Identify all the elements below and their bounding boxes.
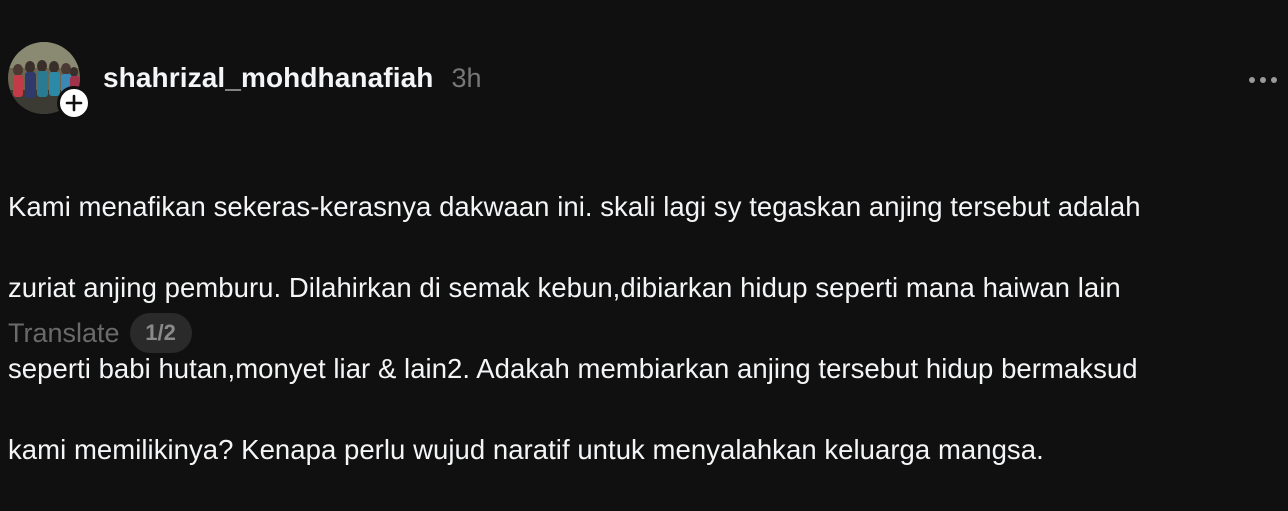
post-footer: Translate 1/2 xyxy=(8,313,192,353)
post-header: shahrizal_mohdhanafiah 3h xyxy=(103,62,482,98)
avatar-container[interactable] xyxy=(8,42,91,122)
more-horizontal-icon xyxy=(1249,77,1277,83)
post-timestamp[interactable]: 3h xyxy=(452,63,482,94)
post-body-line: Kami menafikan sekeras-kerasnya dakwaan … xyxy=(8,190,1141,222)
carousel-page-indicator[interactable]: 1/2 xyxy=(129,313,192,353)
translate-link[interactable]: Translate xyxy=(8,318,120,349)
thread-post: shahrizal_mohdhanafiah 3h Kami menafikan… xyxy=(0,0,1288,465)
post-body: Kami menafikan sekeras-kerasnya dakwaan … xyxy=(8,146,1278,511)
post-body-line: kami memilikinya? Kenapa perlu wujud nar… xyxy=(8,433,1044,465)
post-body-line: seperti babi hutan,monyet liar & lain2. … xyxy=(8,352,1138,384)
follow-button[interactable] xyxy=(57,86,91,120)
more-options-button[interactable] xyxy=(1244,68,1284,92)
username[interactable]: shahrizal_mohdhanafiah xyxy=(103,62,434,94)
post-body-line: zuriat anjing pemburu. Dilahirkan di sem… xyxy=(8,271,1121,303)
plus-icon xyxy=(65,94,83,112)
